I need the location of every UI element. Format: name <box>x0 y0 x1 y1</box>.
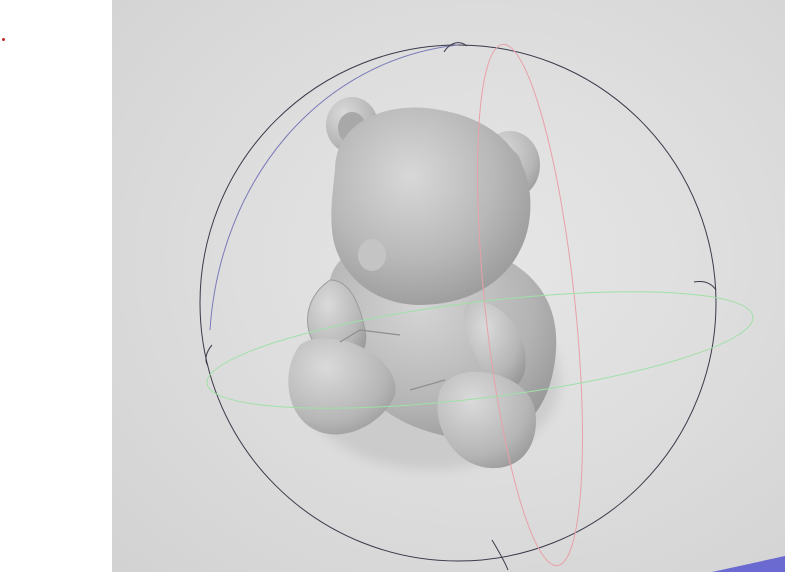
status-indicator-dot <box>2 38 5 41</box>
teddy-bear-model[interactable] <box>288 97 560 470</box>
viewport-scene[interactable] <box>112 0 785 572</box>
left-panel <box>0 0 112 572</box>
gizmo-handle-top[interactable] <box>443 42 468 53</box>
gizmo-handle-right[interactable] <box>693 281 717 291</box>
bear-head <box>331 107 531 305</box>
3d-viewport[interactable] <box>112 0 785 572</box>
gizmo-handle-bottom[interactable] <box>491 539 509 571</box>
gizmo-handle-left[interactable] <box>205 344 213 367</box>
corner-navigation-triangle[interactable] <box>712 556 785 572</box>
bear-snout <box>358 239 386 271</box>
